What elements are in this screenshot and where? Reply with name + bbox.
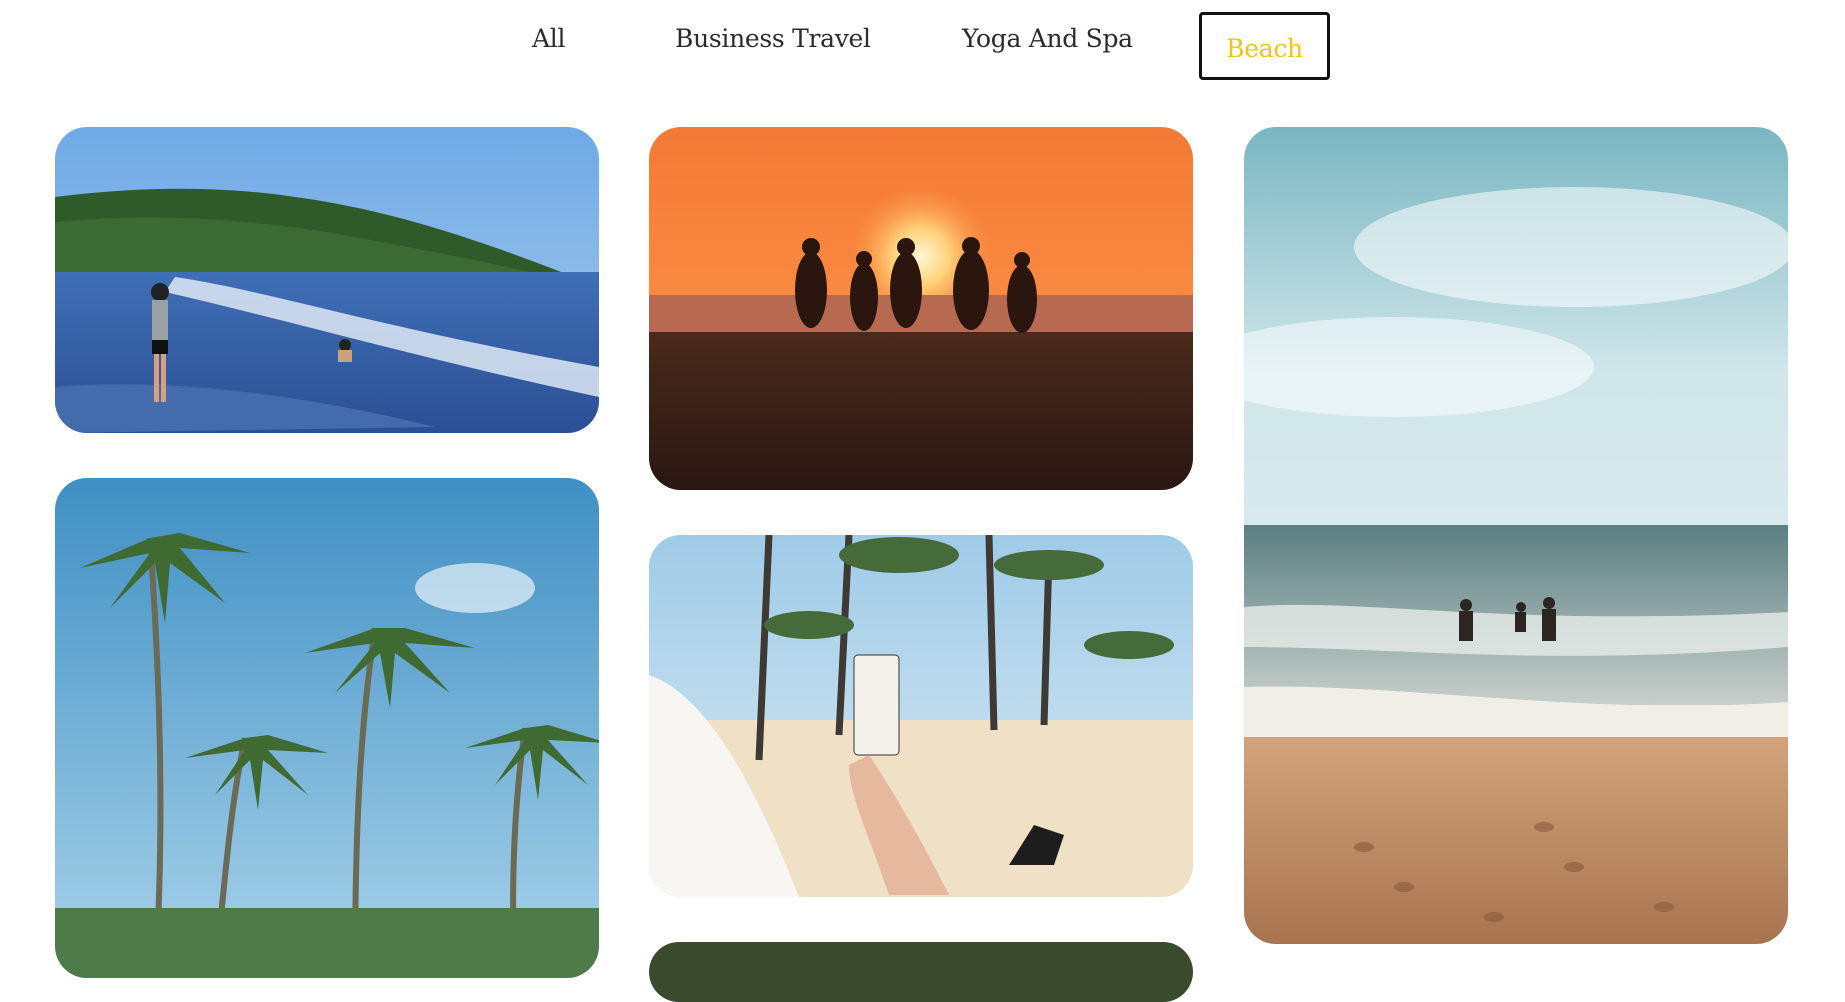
category-filter-bar: All Business Travel Yoga And Spa Beach — [0, 0, 1845, 100]
filter-beach[interactable]: Beach — [1199, 12, 1330, 80]
beach-drink-palms-photo[interactable] — [649, 535, 1193, 897]
filter-business-travel[interactable]: Business Travel — [675, 24, 871, 53]
filter-yoga-and-spa[interactable]: Yoga And Spa — [962, 24, 1133, 53]
beach-waves-people-photo[interactable] — [55, 127, 599, 433]
partial-photo-bottom[interactable] — [649, 942, 1193, 1002]
sunset-group-silhouette-photo[interactable] — [649, 127, 1193, 490]
surfers-ocean-sand-photo[interactable] — [1244, 127, 1788, 944]
filter-all[interactable]: All — [532, 24, 565, 53]
palm-trees-sky-photo[interactable] — [55, 478, 599, 978]
